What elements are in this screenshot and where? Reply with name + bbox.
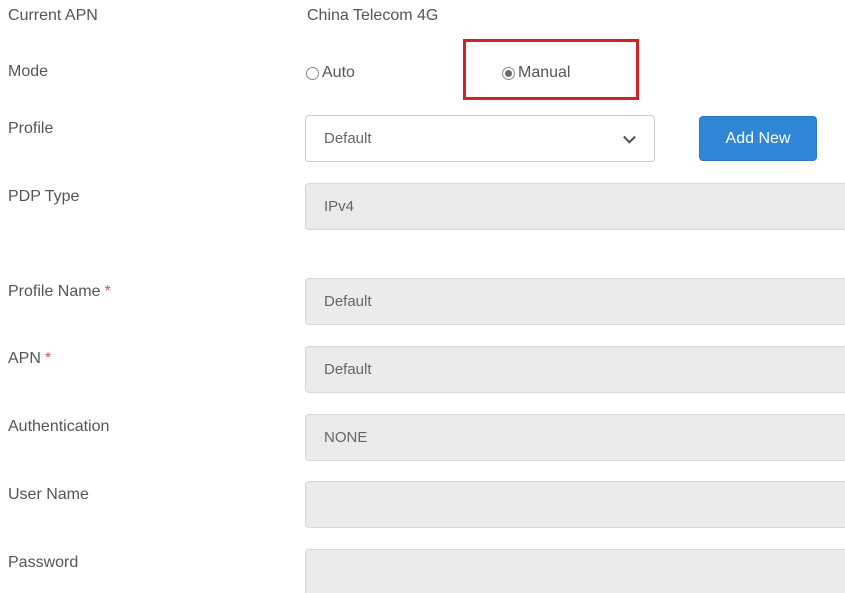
apn-input[interactable]: Default <box>305 346 845 393</box>
manual-highlight-box <box>463 39 639 100</box>
chevron-down-icon <box>623 130 636 144</box>
apn-label: APN * <box>8 350 51 368</box>
user-name-label: User Name <box>8 486 89 503</box>
user-name-input[interactable] <box>305 481 845 528</box>
authentication-label: Authentication <box>8 418 110 435</box>
profile-name-label: Profile Name * <box>8 283 111 301</box>
authentication-select[interactable]: NONE <box>305 414 845 461</box>
current-apn-value: China Telecom 4G <box>307 7 439 24</box>
apn-label-text: APN <box>8 350 41 367</box>
pdp-type-select-value: IPv4 <box>324 198 355 215</box>
password-label: Password <box>8 554 79 571</box>
profile-name-input[interactable]: Default <box>305 278 845 325</box>
profile-name-input-value: Default <box>324 293 372 310</box>
mode-radio-auto[interactable]: Auto <box>306 64 355 82</box>
pdp-type-select[interactable]: IPv4 <box>305 183 845 230</box>
required-mark: * <box>44 350 52 367</box>
password-input[interactable] <box>305 549 845 593</box>
required-mark: * <box>104 283 111 300</box>
radio-unchecked-icon <box>306 66 319 80</box>
authentication-select-value: NONE <box>324 429 368 446</box>
mode-radio-auto-label: Auto <box>322 64 355 81</box>
current-apn-label: Current APN <box>8 7 98 24</box>
mode-label: Mode <box>8 63 49 80</box>
apn-input-value: Default <box>324 361 372 378</box>
profile-select[interactable]: Default <box>305 115 655 162</box>
add-new-button[interactable]: Add New <box>699 116 817 161</box>
profile-label: Profile <box>8 120 54 137</box>
profile-name-label-text: Profile Name <box>8 283 101 300</box>
profile-select-value: Default <box>324 130 372 147</box>
apn-settings-form: Current APN China Telecom 4G Mode Auto M… <box>0 0 845 593</box>
pdp-type-label: PDP Type <box>8 188 80 205</box>
